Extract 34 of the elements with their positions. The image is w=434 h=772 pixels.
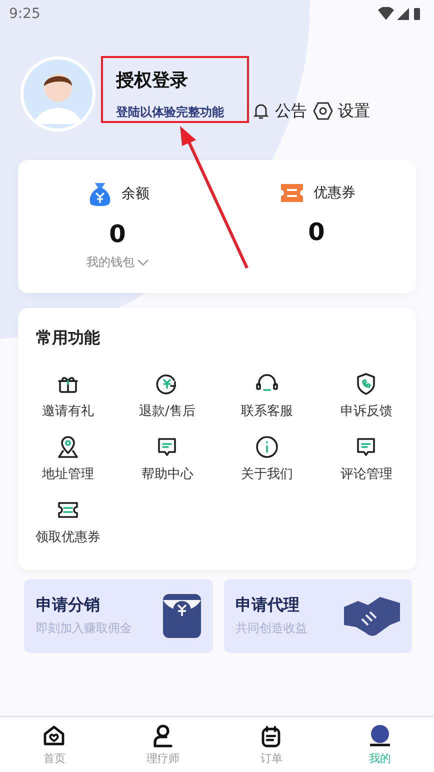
promo-card[interactable]: 申请代理 共同创造收益 — [224, 579, 412, 653]
function-item[interactable]: 退款/售后 — [118, 371, 217, 420]
settings-icon — [313, 101, 333, 121]
money-envelope-icon — [162, 594, 200, 638]
promo-subtitle: 即刻加入赚取佣金 — [36, 620, 132, 637]
promo-card[interactable]: 申请分销 即刻加入赚取佣金 — [24, 579, 212, 653]
wallet-label: 优惠券 — [314, 184, 356, 202]
notice-button[interactable]: 公告 — [252, 100, 307, 122]
avatar[interactable] — [20, 56, 96, 132]
wallet-label: 余额 — [122, 185, 150, 203]
function-item[interactable]: 地址管理 — [18, 434, 118, 483]
login-title[interactable]: 授权登录 — [116, 68, 224, 92]
function-item[interactable]: 领取优惠券 — [18, 497, 118, 546]
function-item[interactable]: 联系客服 — [217, 371, 316, 420]
promo-title: 申请代理 — [236, 595, 300, 616]
promo-title: 申请分销 — [36, 595, 101, 616]
login-subtitle: 登陆以体验完整功能 — [116, 104, 224, 120]
status-icons — [378, 7, 422, 21]
function-item[interactable]: 评论管理 — [316, 434, 416, 483]
function-item[interactable]: 关于我们 — [217, 434, 316, 483]
wallet-value: 0 — [109, 220, 126, 248]
wallet-value: 0 — [308, 218, 325, 246]
promo-subtitle: 共同创造收益 — [236, 620, 308, 637]
bell-icon — [252, 102, 270, 120]
section-title: 常用功能 — [36, 328, 101, 349]
info-icon — [254, 434, 280, 460]
chevron-down-icon — [136, 258, 148, 266]
handshake-icon — [344, 595, 400, 637]
function-item[interactable]: 帮助中心 — [118, 434, 217, 483]
function-item[interactable]: 邀请有礼 — [18, 371, 118, 420]
settings-button[interactable]: 设置 — [313, 100, 370, 122]
function-item[interactable]: 申诉反馈 — [316, 371, 416, 420]
my-wallet-link[interactable]: 我的钱包 — [86, 254, 148, 271]
status-time: 9:25 — [9, 6, 40, 22]
